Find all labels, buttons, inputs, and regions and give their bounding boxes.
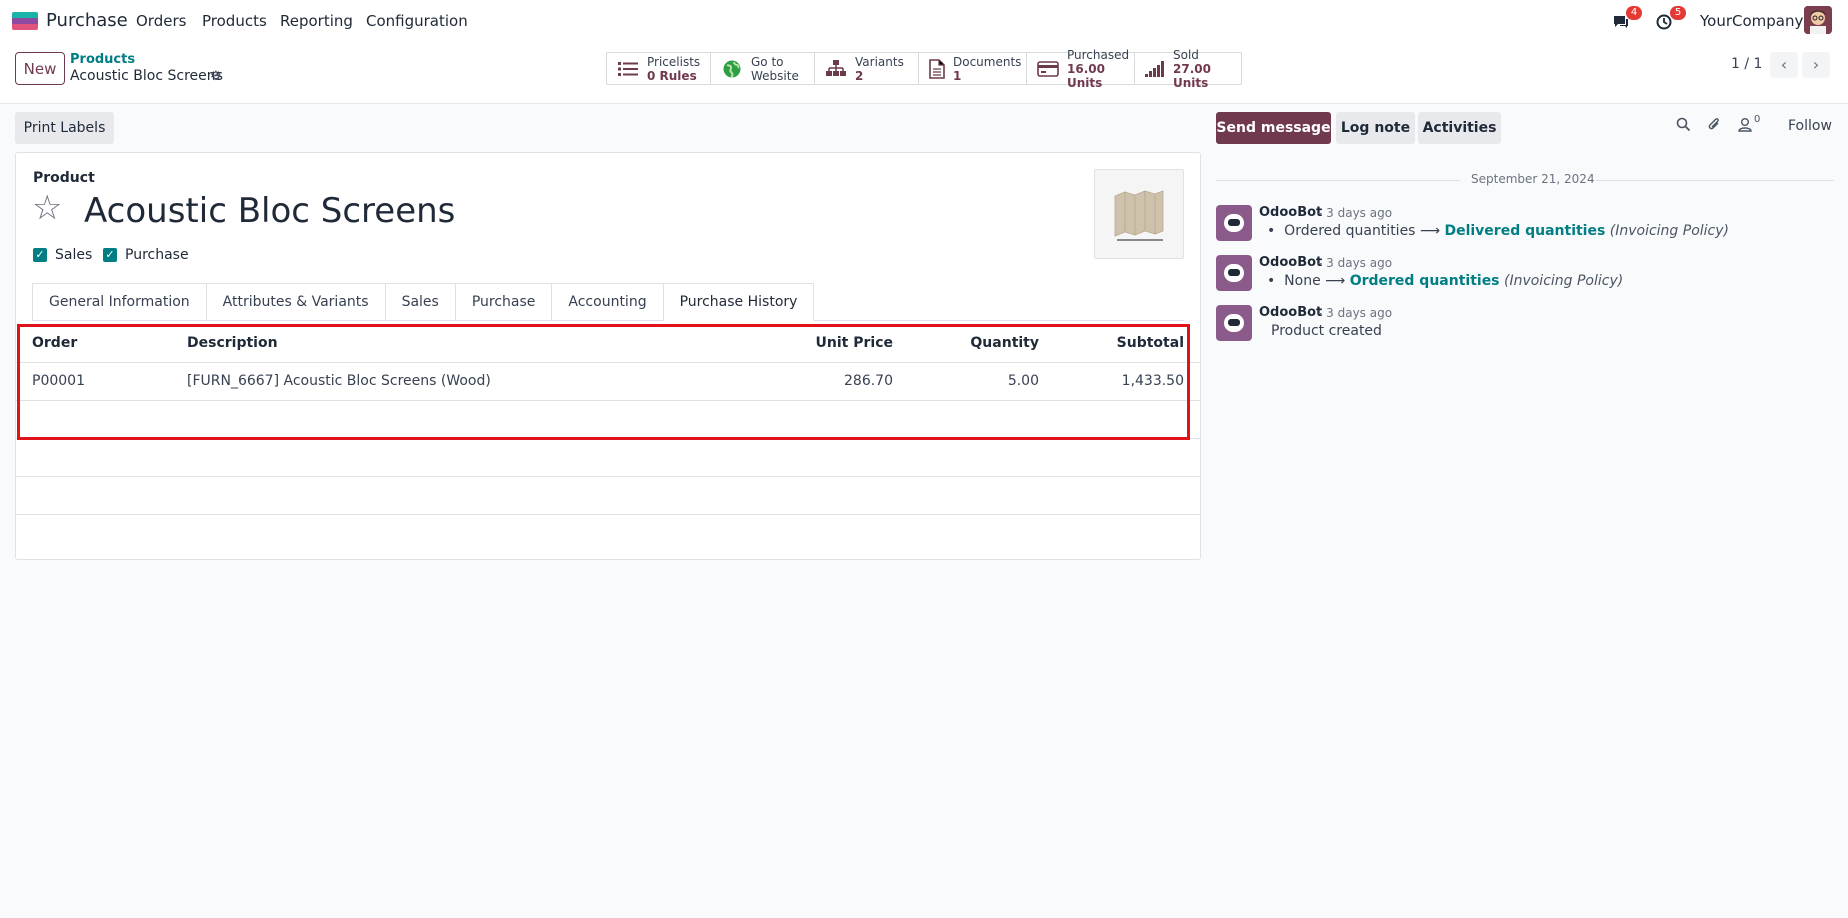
- notebook-tabs: General Information Attributes & Variant…: [32, 283, 1184, 321]
- odoobot-avatar: [1216, 205, 1252, 241]
- chatter-message: OdooBot - 3 days ago • Ordered quantitie…: [1216, 205, 1836, 249]
- sitemap-icon: [825, 59, 847, 78]
- documents-smart-button[interactable]: Documents 1: [919, 53, 1027, 84]
- chat-count-badge: 4: [1626, 6, 1642, 20]
- top-navbar: Purchase Orders Products Reporting Confi…: [0, 0, 1848, 42]
- follow-button[interactable]: Follow: [1788, 118, 1832, 134]
- tab-purchase[interactable]: Purchase: [454, 283, 552, 321]
- purchase-checkbox[interactable]: ✓ Purchase: [103, 247, 189, 263]
- menu-products[interactable]: Products: [202, 12, 267, 30]
- pager-value[interactable]: 1 / 1: [1731, 56, 1762, 72]
- arrow-right-icon: ⟶: [1325, 273, 1346, 289]
- app-logo-icon[interactable]: [12, 12, 38, 30]
- menu-reporting[interactable]: Reporting: [280, 12, 353, 30]
- empty-row: [16, 439, 1200, 477]
- paperclip-icon[interactable]: [1707, 117, 1722, 136]
- purchased-smart-button[interactable]: Purchased 16.00 Units: [1027, 48, 1135, 90]
- chatter-message: OdooBot - 3 days ago Product created: [1216, 305, 1836, 349]
- app-name[interactable]: Purchase: [46, 10, 128, 31]
- tab-purchase-history[interactable]: Purchase History: [662, 283, 815, 321]
- search-icon[interactable]: [1676, 117, 1691, 136]
- tab-sales[interactable]: Sales: [384, 283, 455, 321]
- breadcrumb-current: Acoustic Bloc Screens: [70, 68, 223, 84]
- chatter-message: OdooBot - 3 days ago • None ⟶ Ordered qu…: [1216, 255, 1836, 299]
- menu-orders[interactable]: Orders: [136, 12, 186, 30]
- star-icon[interactable]: ☆: [32, 189, 62, 227]
- odoobot-avatar: [1216, 305, 1252, 341]
- control-panel: New Products Acoustic Bloc Screens ⚙ Pri…: [0, 42, 1848, 104]
- log-note-button[interactable]: Log note: [1336, 112, 1415, 144]
- highlight-box: [17, 324, 1190, 440]
- menu-configuration[interactable]: Configuration: [366, 12, 468, 30]
- globe-icon: [721, 60, 743, 78]
- pager-next-icon[interactable]: ›: [1802, 52, 1830, 78]
- pager-previous-icon[interactable]: ‹: [1770, 52, 1798, 78]
- credit-card-icon: [1037, 60, 1059, 78]
- tab-attributes-variants[interactable]: Attributes & Variants: [205, 283, 385, 321]
- pricelists-smart-button[interactable]: Pricelists 0 Rules: [607, 53, 711, 84]
- product-label: Product: [33, 170, 95, 186]
- smart-buttons: Pricelists 0 Rules Go to Website Variants 2…: [606, 48, 1242, 90]
- screen-product-image: [1095, 170, 1183, 258]
- gear-icon[interactable]: ⚙: [210, 69, 222, 84]
- company-switcher[interactable]: YourCompany: [1700, 12, 1803, 30]
- check-icon: ✓: [33, 248, 47, 262]
- activity-count-badge: 5: [1670, 6, 1686, 20]
- arrow-right-icon: ⟶: [1419, 223, 1441, 239]
- message-body: Product created: [1271, 323, 1382, 339]
- empty-row: [16, 477, 1200, 515]
- print-labels-button[interactable]: Print Labels: [15, 112, 114, 144]
- sold-smart-button[interactable]: Sold 27.00 Units: [1135, 48, 1241, 90]
- breadcrumb-products-link[interactable]: Products: [70, 52, 135, 67]
- sales-checkbox[interactable]: ✓ Sales: [33, 247, 92, 263]
- go-to-website-smart-button[interactable]: Go to Website: [711, 53, 815, 84]
- product-name-field[interactable]: Acoustic Bloc Screens: [84, 191, 455, 231]
- check-icon: ✓: [103, 248, 117, 262]
- user-icon: [1738, 118, 1752, 132]
- user-avatar[interactable]: [1804, 6, 1832, 34]
- followers-button[interactable]: 0: [1738, 114, 1760, 136]
- odoobot-avatar: [1216, 255, 1252, 291]
- list-icon: [617, 60, 639, 78]
- date-separator: September 21, 2024: [1216, 172, 1834, 188]
- product-image[interactable]: [1094, 169, 1184, 259]
- new-button[interactable]: New: [15, 52, 65, 85]
- file-icon: [929, 58, 945, 79]
- tracking-value: • None ⟶ Ordered quantities (Invoicing P…: [1267, 273, 1624, 289]
- followers-count: 0: [1754, 114, 1761, 125]
- tab-accounting[interactable]: Accounting: [551, 283, 663, 321]
- tab-general-information[interactable]: General Information: [32, 283, 206, 321]
- activities-button[interactable]: Activities: [1418, 112, 1501, 144]
- tracking-value: • Ordered quantities ⟶ Delivered quantit…: [1267, 223, 1729, 239]
- signal-icon: [1145, 60, 1165, 78]
- send-message-button[interactable]: Send message: [1216, 112, 1331, 144]
- variants-smart-button[interactable]: Variants 2: [815, 53, 919, 84]
- user-avatar-icon: [1804, 6, 1832, 34]
